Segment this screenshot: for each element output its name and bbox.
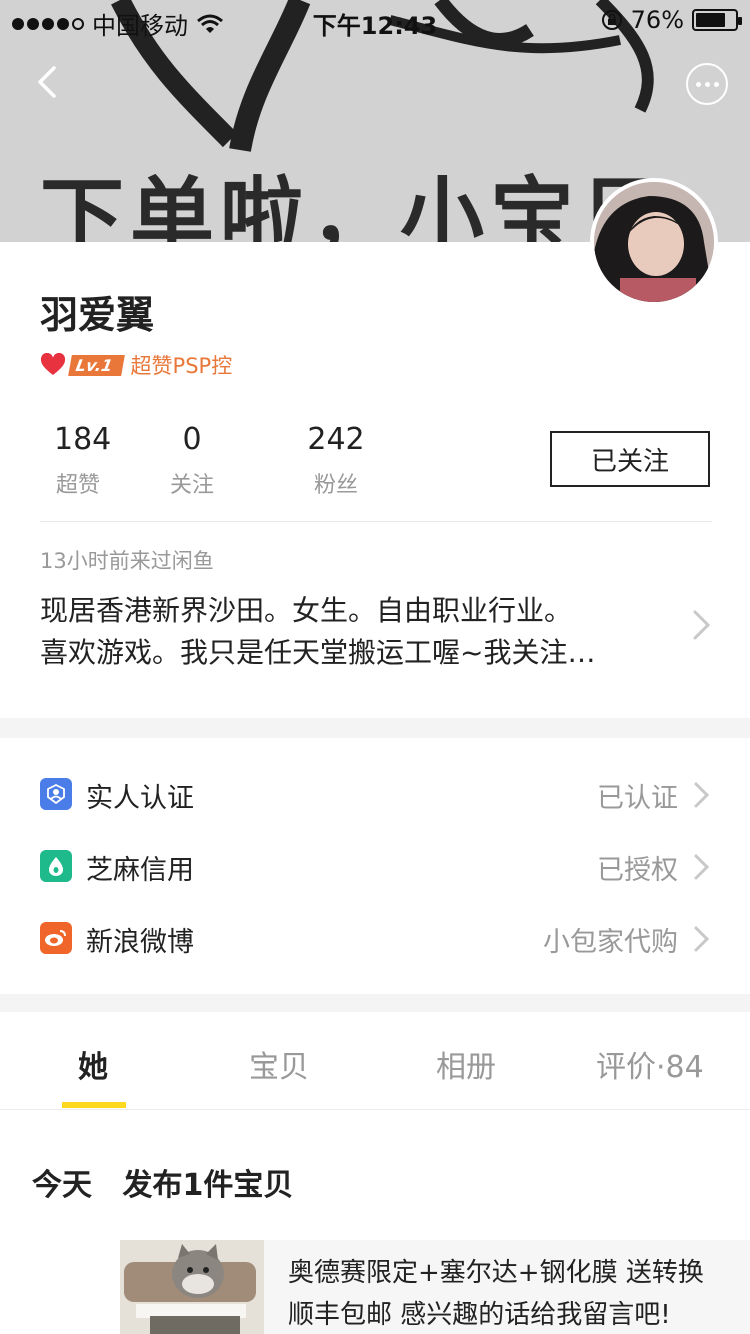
- stat-label: 超赞: [56, 473, 101, 498]
- feed-summary: 发布1件宝贝: [122, 1168, 294, 1203]
- stat-likes[interactable]: 184 超赞: [40, 422, 120, 499]
- section-gap: [0, 718, 750, 738]
- stat-followers[interactable]: 242 粉丝: [264, 422, 408, 499]
- section-gap: [0, 994, 750, 1012]
- more-options-icon[interactable]: [686, 63, 728, 105]
- item-thumbnail: [120, 1240, 264, 1334]
- verification-label: 芝麻信用: [86, 855, 194, 886]
- tab-items[interactable]: 宝贝: [249, 1042, 309, 1086]
- verification-label: 实人认证: [86, 783, 194, 814]
- feed-day: 今天: [32, 1168, 92, 1203]
- profile-tabs: 她 宝贝 相册 评价·84: [0, 1012, 750, 1110]
- last-seen-text: 13小时前来过闲鱼: [40, 549, 214, 573]
- feed-item[interactable]: 奥德赛限定+塞尔达+钢化膜 送转换 顺丰包邮 感兴趣的话给我留言吧!: [120, 1240, 750, 1334]
- username: 羽爱翼: [40, 293, 155, 337]
- chevron-right-icon[interactable]: [690, 607, 714, 643]
- tab-her[interactable]: 她: [78, 1042, 108, 1086]
- active-tab-indicator: [62, 1102, 126, 1108]
- weibo-icon: [40, 922, 72, 954]
- user-stats: 184 超赞 0 关注 242 粉丝: [40, 422, 408, 499]
- back-arrow-icon[interactable]: [30, 60, 74, 104]
- user-level: Lv.1 超赞PSP控: [40, 350, 232, 380]
- verification-value: 小包家代购: [543, 927, 678, 958]
- stat-following[interactable]: 0 关注: [120, 422, 264, 499]
- cat-photo: [120, 1240, 264, 1334]
- bio-line: 现居香港新界沙田。女生。自由职业行业。: [40, 594, 573, 627]
- battery-percent: 76%: [630, 6, 684, 34]
- chevron-right-icon: [694, 782, 710, 808]
- stat-value: 242: [307, 422, 365, 457]
- level-badge: Lv.1: [68, 354, 125, 376]
- item-text-line: 奥德赛限定+塞尔达+钢化膜 送转换: [288, 1258, 704, 1288]
- verification-label: 新浪微博: [86, 927, 194, 958]
- item-description: 奥德赛限定+塞尔达+钢化膜 送转换 顺丰包邮 感兴趣的话给我留言吧!: [288, 1252, 738, 1334]
- bio-line: 喜欢游戏。我只是任天堂搬运工喔~我关注…: [40, 636, 596, 669]
- tab-album[interactable]: 相册: [436, 1042, 496, 1086]
- stat-label: 关注: [169, 473, 214, 498]
- divider: [40, 521, 712, 522]
- chevron-right-icon: [694, 926, 710, 952]
- tab-reviews[interactable]: 评价·84: [596, 1042, 704, 1086]
- verification-row-weibo[interactable]: 新浪微博 小包家代购: [0, 902, 750, 974]
- verification-list: 实人认证 已认证 芝麻信用 已授权 新浪微博 小包家代购: [0, 738, 750, 994]
- verification-value: 已授权: [597, 855, 678, 886]
- avatar[interactable]: [590, 178, 718, 306]
- banner-caption: 下单啦，小宝贝: [40, 168, 671, 242]
- battery-icon: [692, 9, 742, 31]
- profile-card: 羽爱翼 Lv.1 超赞PSP控 184 超赞 0 关注 242 粉丝 已关注 1…: [0, 242, 750, 718]
- feed-heading: 今天 发布1件宝贝: [32, 1160, 293, 1204]
- avatar-photo: [594, 182, 714, 302]
- verification-row-zhima[interactable]: 芝麻信用 已授权: [0, 830, 750, 902]
- rotation-lock-icon: [601, 10, 622, 30]
- heart-icon: [40, 353, 66, 375]
- stat-value: 0: [182, 422, 202, 457]
- person-badge-icon: [40, 778, 72, 810]
- verification-row-real-name[interactable]: 实人认证 已认证: [0, 758, 750, 830]
- item-text-line: 顺丰包邮 感兴趣的话给我留言吧!: [288, 1300, 671, 1330]
- user-bio[interactable]: 现居香港新界沙田。女生。自由职业行业。 喜欢游戏。我只是任天堂搬运工喔~我关注…: [40, 590, 680, 674]
- chevron-right-icon: [694, 854, 710, 880]
- stat-label: 粉丝: [313, 473, 358, 498]
- stat-value: 184: [54, 422, 112, 457]
- verification-value: 已认证: [597, 783, 678, 814]
- follow-button[interactable]: 已关注: [550, 431, 710, 487]
- sesame-credit-icon: [40, 850, 72, 882]
- status-bar: 中国移动 下午12:43 76%: [0, 0, 750, 40]
- level-title: 超赞PSP控: [130, 354, 233, 378]
